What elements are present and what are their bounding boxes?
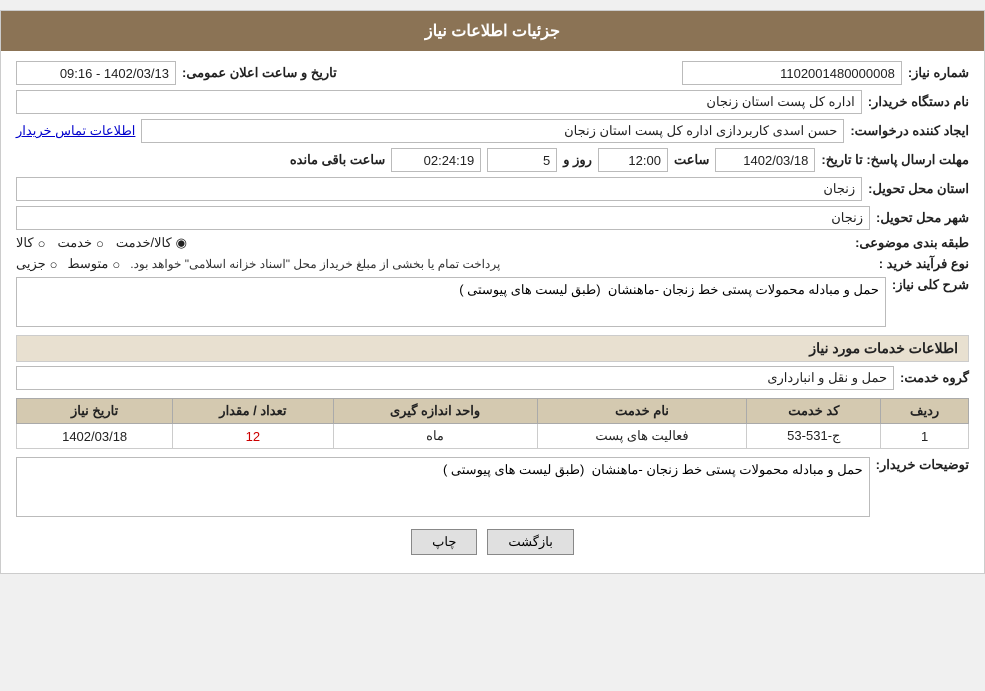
category-radio-group: ◉ کالا/خدمت ○ خدمت ○ کالا xyxy=(16,235,849,251)
cell-code: ج-531-53 xyxy=(747,424,881,449)
creator-value: حسن اسدی کاربردازی اداره کل پست استان زن… xyxy=(141,119,844,143)
cell-row: 1 xyxy=(881,424,969,449)
province-label: استان محل تحویل: xyxy=(868,181,969,197)
back-button[interactable]: بازگشت xyxy=(487,529,573,555)
category-option-kala[interactable]: ○ کالا xyxy=(16,235,45,251)
cell-date: 1402/03/18 xyxy=(17,424,173,449)
cell-count: 12 xyxy=(173,424,333,449)
col-unit: واحد اندازه گیری xyxy=(333,399,537,424)
category-radio-khedmat: ○ xyxy=(96,236,104,251)
purchase-type-group: پرداخت تمام یا بخشی از مبلغ خریداز محل "… xyxy=(16,256,873,272)
col-count: تعداد / مقدار xyxy=(173,399,333,424)
province-value: زنجان xyxy=(16,177,862,201)
deadline-label: مهلت ارسال پاسخ: تا تاریخ: xyxy=(821,152,969,168)
purchase-note: پرداخت تمام یا بخشی از مبلغ خریداز محل "… xyxy=(130,257,500,271)
cell-name: فعالیت های پست xyxy=(537,424,747,449)
table-row: 1 ج-531-53 فعالیت های پست ماه 12 1402/03… xyxy=(17,424,969,449)
contact-link[interactable]: اطلاعات تماس خریدار xyxy=(16,123,135,139)
col-code: کد خدمت xyxy=(747,399,881,424)
page-title: جزئیات اطلاعات نیاز xyxy=(425,23,560,40)
services-table: ردیف کد خدمت نام خدمت واحد اندازه گیری ت… xyxy=(16,398,969,449)
announcement-label: تاریخ و ساعت اعلان عمومی: xyxy=(182,65,337,81)
page-header: جزئیات اطلاعات نیاز xyxy=(1,11,984,51)
deadline-date: 1402/03/18 xyxy=(715,148,815,172)
category-option-khedmat[interactable]: ○ خدمت xyxy=(57,235,103,251)
city-label: شهر محل تحویل: xyxy=(876,210,969,226)
purchase-radio-partial: ○ xyxy=(50,257,58,272)
city-value: زنجان xyxy=(16,206,870,230)
need-desc-label: شرح کلی نیاز: xyxy=(892,277,969,293)
purchase-radio-medium: ○ xyxy=(112,257,120,272)
department-label: نام دستگاه خریدار: xyxy=(868,94,969,110)
creator-label: ایجاد کننده درخواست: xyxy=(850,123,969,139)
cell-unit: ماه xyxy=(333,424,537,449)
col-name: نام خدمت xyxy=(537,399,747,424)
category-option-kala-khedmat[interactable]: ◉ کالا/خدمت xyxy=(116,235,187,251)
need-desc-textarea[interactable] xyxy=(16,277,886,327)
service-group-label: گروه خدمت: xyxy=(900,370,969,386)
col-row: ردیف xyxy=(881,399,969,424)
deadline-time: 12:00 xyxy=(598,148,668,172)
purchase-type-label: نوع فرآیند خرید : xyxy=(879,256,969,272)
need-number-label: شماره نیاز: xyxy=(908,65,969,81)
deadline-time-label: ساعت xyxy=(674,152,709,168)
buyer-notes-textarea[interactable] xyxy=(16,457,870,517)
deadline-days-label: روز و xyxy=(563,152,592,168)
deadline-remaining: 02:24:19 xyxy=(391,148,481,172)
purchase-option-medium[interactable]: ○ متوسط xyxy=(68,256,121,272)
services-table-section: ردیف کد خدمت نام خدمت واحد اندازه گیری ت… xyxy=(16,398,969,449)
buyer-notes-label: توضیحات خریدار: xyxy=(876,457,969,473)
print-button[interactable]: چاپ xyxy=(411,529,477,555)
need-number-value: 1102001480000008 xyxy=(682,61,902,85)
category-label: طبقه بندی موضوعی: xyxy=(855,235,969,251)
department-value: اداره کل پست استان زنجان xyxy=(16,90,862,114)
col-date: تاریخ نیاز xyxy=(17,399,173,424)
category-radio-kala: ○ xyxy=(38,236,46,251)
announcement-value: 1402/03/13 - 09:16 xyxy=(16,61,176,85)
purchase-option-partial[interactable]: ○ جزیی xyxy=(16,256,58,272)
deadline-days: 5 xyxy=(487,148,557,172)
deadline-remaining-label: ساعت باقی مانده xyxy=(290,152,385,168)
category-radio-kala-khedmat: ◉ xyxy=(176,235,187,251)
bottom-buttons: بازگشت چاپ xyxy=(16,529,969,555)
services-section-header: اطلاعات خدمات مورد نیاز xyxy=(16,335,969,362)
service-group-value: حمل و نقل و انبارداری xyxy=(16,366,894,390)
